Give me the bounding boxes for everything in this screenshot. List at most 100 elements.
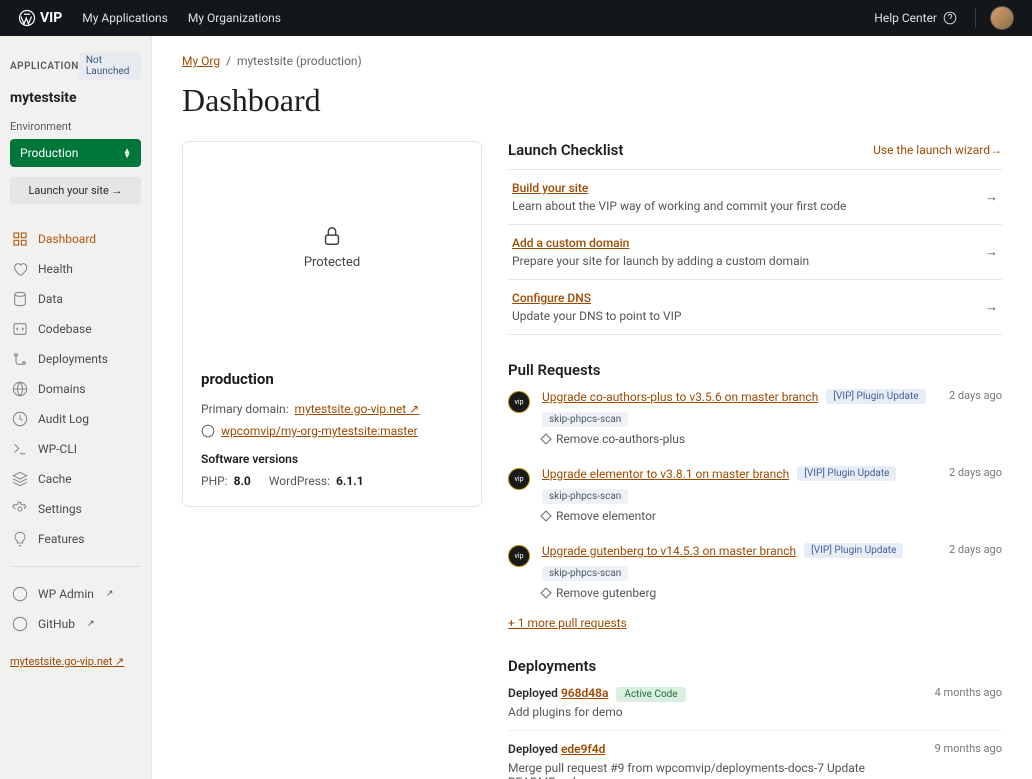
checklist-item-title[interactable]: Add a custom domain [512, 236, 629, 250]
checklist-item[interactable]: Build your siteLearn about the VIP way o… [508, 169, 1002, 224]
sidebar: APPLICATION Not Launched mytestsite Envi… [0, 36, 152, 779]
pull-requests-list: vip Upgrade co-authors-plus to v3.5.6 on… [508, 379, 1002, 610]
sidebar-item-health[interactable]: Health [10, 254, 141, 284]
pr-tag: [VIP] Plugin Update [826, 389, 925, 404]
top-nav: VIP My Applications My Organizations Hel… [0, 0, 1032, 36]
sidebar-item-label: WP-CLI [38, 442, 77, 456]
sidebar-item-features[interactable]: Features [10, 524, 141, 554]
sidebar-item-codebase[interactable]: Codebase [10, 314, 141, 344]
php-version: 8.0 [234, 474, 251, 488]
sidebar-item-label: Cache [38, 472, 72, 486]
arrow-right-icon[interactable]: → [985, 244, 998, 260]
help-center[interactable]: Help Center [874, 8, 976, 28]
diamond-icon [540, 510, 551, 521]
globe-icon [12, 381, 28, 397]
sidebar-item-label: GitHub [38, 617, 75, 631]
deploy-icon [12, 351, 28, 367]
sidebar-item-data[interactable]: Data [10, 284, 141, 314]
nav-my-organizations[interactable]: My Organizations [188, 11, 281, 25]
sidebar-ext-wp-admin[interactable]: WP Admin↗ [10, 579, 141, 609]
deployment-hash-link[interactable]: 968d48a [561, 686, 608, 700]
pr-avatar-icon: vip [508, 391, 530, 413]
production-card: Protected production Primary domain: myt… [182, 141, 482, 507]
sidebar-item-label: Deployments [38, 352, 108, 366]
deployment-desc: Merge pull request #9 from wpcomvip/depl… [508, 761, 923, 779]
deployed-label: Deployed [508, 686, 558, 700]
checklist-item[interactable]: Add a custom domainPrepare your site for… [508, 224, 1002, 279]
pr-tag: skip-phpcs-scan [542, 489, 628, 504]
heart-icon [12, 261, 28, 277]
lock-icon [321, 225, 343, 247]
github-icon [12, 616, 28, 632]
breadcrumb-current: mytestsite (production) [237, 54, 362, 68]
wp-version: 6.1.1 [336, 474, 364, 488]
active-code-badge: Active Code [616, 687, 685, 702]
chevron-updown-icon: ▲▼ [123, 148, 131, 158]
bulb-icon [12, 531, 28, 547]
sidebar-ext-github[interactable]: GitHub ↗ [10, 609, 141, 639]
checklist-item-title[interactable]: Configure DNS [512, 291, 591, 305]
arrow-right-icon[interactable]: → [985, 189, 998, 205]
deployment-item: Deployed ede9f4d Merge pull request #9 f… [508, 730, 1002, 779]
user-avatar[interactable] [990, 6, 1014, 30]
more-pull-requests-link[interactable]: + 1 more pull requests [508, 616, 627, 630]
nav-divider [10, 566, 141, 567]
deployment-item: Deployed 968d48aActive Code Add plugins … [508, 675, 1002, 730]
nav-my-applications[interactable]: My Applications [82, 11, 168, 25]
diamond-icon [540, 587, 551, 598]
application-label: APPLICATION [10, 61, 79, 72]
pr-remove-text: Remove elementor [556, 509, 656, 523]
pr-title-link[interactable]: Upgrade elementor to v3.8.1 on master br… [542, 467, 789, 481]
domain-link[interactable]: mytestsite.go-vip.net ↗ [10, 655, 124, 668]
sidebar-item-deployments[interactable]: Deployments [10, 344, 141, 374]
launch-site-button[interactable]: Launch your site → [10, 177, 141, 204]
sidebar-item-label: Settings [38, 502, 82, 516]
pr-tag: [VIP] Plugin Update [804, 543, 903, 558]
wp-icon [12, 586, 28, 602]
checklist-item[interactable]: Configure DNS Update your DNS to point to… [508, 279, 1002, 335]
page-title: Dashboard [182, 82, 1002, 119]
pr-avatar-icon: vip [508, 468, 530, 490]
pr-title-link[interactable]: Upgrade gutenberg to v14.5.3 on master b… [542, 544, 796, 558]
pr-timestamp: 2 days ago [949, 389, 1002, 402]
code-box-icon [12, 321, 28, 337]
pull-request-item: vip Upgrade co-authors-plus to v3.5.6 on… [508, 379, 1002, 456]
not-launched-badge: Not Launched [79, 52, 141, 80]
launch-wizard-link[interactable]: Use the launch wizard→ [873, 143, 1002, 157]
protected-preview: Protected [183, 142, 481, 352]
pr-timestamp: 2 days ago [949, 543, 1002, 556]
pr-title-link[interactable]: Upgrade co-authors-plus to v3.5.6 on mas… [542, 390, 818, 404]
github-icon [201, 424, 215, 438]
logo-text: VIP [40, 10, 62, 26]
checklist-item-title[interactable]: Build your site [512, 181, 588, 195]
pr-tag: [VIP] Plugin Update [797, 466, 896, 481]
sidebar-item-settings[interactable]: Settings [10, 494, 141, 524]
terminal-icon [12, 441, 28, 457]
software-versions-title: Software versions [201, 452, 463, 466]
repo-link[interactable]: wpcomvip/my-org-mytestsite:master [221, 424, 418, 438]
arrow-right-icon[interactable]: → [985, 299, 998, 315]
checklist-item-desc: Update your DNS to point to VIP [512, 309, 681, 323]
environment-label: Environment [10, 120, 141, 133]
external-icon: ↗ [87, 619, 95, 629]
help-icon [943, 11, 957, 25]
deployment-hash-link[interactable]: ede9f4d [561, 742, 605, 756]
breadcrumb-org[interactable]: My Org [182, 54, 220, 68]
sidebar-item-dashboard[interactable]: Dashboard [10, 224, 141, 254]
sidebar-item-audit-log[interactable]: Audit Log [10, 404, 141, 434]
sidebar-item-label: Health [38, 262, 73, 276]
sidebar-item-domains[interactable]: Domains [10, 374, 141, 404]
sidebar-item-cache[interactable]: Cache [10, 464, 141, 494]
grid-icon [12, 231, 28, 247]
primary-domain-link[interactable]: mytestsite.go-vip.net ↗ [295, 402, 420, 416]
env-title: production [201, 370, 463, 388]
external-icon: ↗ [106, 589, 114, 599]
sidebar-item-label: Features [38, 532, 84, 546]
app-name: mytestsite [10, 90, 141, 106]
deployment-timestamp: 9 months ago [935, 742, 1002, 779]
logo[interactable]: VIP [18, 9, 62, 27]
environment-selector[interactable]: Production ▲▼ [10, 139, 141, 167]
sidebar-item-wp-cli[interactable]: WP-CLI [10, 434, 141, 464]
pull-request-item: vip Upgrade elementor to v3.8.1 on maste… [508, 456, 1002, 533]
pr-tag: skip-phpcs-scan [542, 412, 628, 427]
